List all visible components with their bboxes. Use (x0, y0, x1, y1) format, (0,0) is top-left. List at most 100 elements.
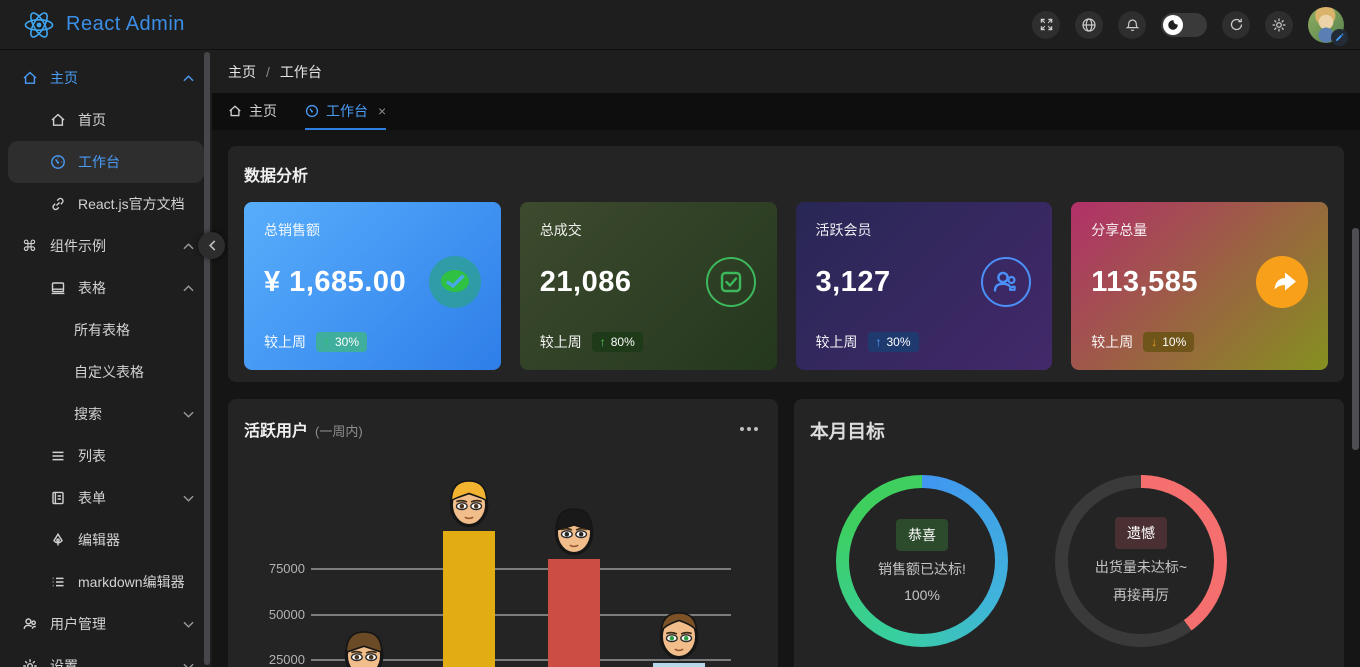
stat-card-total-shares[interactable]: 分享总量 113,585 较上周 ↓ 10% (1071, 202, 1328, 370)
content-area: 数据分析 总销售额 ¥ 1,685.00 较上周 ↑ 30% 总成交 21,08… (212, 146, 1360, 667)
compare-label: 较上周 (815, 334, 858, 350)
y-axis-label: 25000 (268, 652, 305, 667)
toggle-knob (1163, 14, 1183, 35)
compare-label: 较上周 (264, 334, 306, 350)
check-bubble-icon (428, 256, 481, 308)
user-avatar-marker (547, 503, 601, 557)
breadcrumb-separator: / (266, 63, 270, 80)
compare-label: 较上周 (1091, 334, 1134, 350)
content-scrollbar[interactable] (1352, 228, 1359, 450)
language-button[interactable] (1075, 10, 1103, 39)
gridline (311, 568, 731, 570)
users-icon (22, 616, 40, 632)
pen-nib-icon (50, 532, 68, 548)
chevron-left-icon (208, 240, 215, 251)
theme-toggle[interactable] (1161, 12, 1207, 37)
moon-icon (1168, 19, 1178, 30)
sidebar-item-react-docs[interactable]: React.js官方文档 (8, 183, 204, 225)
sidebar-item-user-management[interactable]: 用户管理 (8, 603, 204, 645)
dashboard-gauge-icon (50, 154, 68, 170)
checkbox-circle-icon (705, 256, 757, 308)
stat-value: ¥ 1,685.00 (264, 265, 407, 298)
command-icon: ⌘ (22, 237, 37, 255)
share-circle-icon (1256, 256, 1308, 308)
trend-up-arrow-icon: ↑ (875, 335, 882, 349)
chevron-up-icon (183, 242, 194, 250)
stat-card-total-deals[interactable]: 总成交 21,086 较上周 ↑ 80% (519, 202, 777, 370)
active-users-panel: 活跃用户 (一周内) 25000 50000 75000 (228, 399, 778, 667)
analytics-title: 数据分析 (244, 168, 309, 185)
stat-value: 3,127 (815, 265, 891, 298)
refresh-icon (1230, 18, 1242, 31)
md-list-icon (50, 574, 68, 590)
user-avatar[interactable] (1308, 6, 1348, 46)
user-avatar-marker (652, 607, 706, 661)
users-circle-icon (980, 256, 1032, 308)
edit-badge (1331, 28, 1348, 46)
home-icon (50, 112, 68, 128)
chevron-down-icon (183, 495, 194, 502)
settings-button[interactable] (1265, 10, 1293, 39)
sidebar-item-custom-table[interactable]: 自定义表格 (8, 351, 204, 393)
sidebar-item-form-group[interactable]: 表单 (8, 477, 204, 519)
sidebar-item-workbench[interactable]: 工作台 (8, 141, 204, 183)
goal-sales-ring: 恭喜 销售额已达标! 100% (836, 475, 1008, 647)
sidebar-item-markdown-editor[interactable]: markdown编辑器 (8, 561, 204, 603)
sidebar-item-editor[interactable]: 编辑器 (8, 519, 204, 561)
sidebar-item-components-group[interactable]: ⌘ 组件示例 (8, 225, 204, 267)
sidebar: 主页 首页 工作台 React.js官方文档 ⌘ 组件示例 表格 所有表格 自定… (0, 50, 212, 667)
sidebar-item-home-group[interactable]: 主页 (8, 57, 204, 99)
header-actions (1032, 6, 1360, 46)
sidebar-collapse-button[interactable] (198, 232, 225, 259)
fullscreen-icon (1040, 18, 1052, 31)
refresh-button[interactable] (1222, 10, 1250, 39)
chevron-down-icon (183, 663, 194, 667)
y-axis-label: 50000 (268, 606, 305, 622)
tab-close-icon[interactable]: × (378, 103, 386, 119)
compare-label: 较上周 (539, 334, 582, 350)
notification-button[interactable] (1118, 10, 1146, 39)
app-title: React Admin (66, 13, 185, 35)
bell-icon (1124, 18, 1140, 31)
app-header: React Admin (0, 0, 1360, 50)
sidebar-item-search[interactable]: 搜索 (8, 393, 204, 435)
dashboard-gauge-icon (305, 104, 319, 117)
tab-home[interactable]: 主页 (228, 93, 277, 130)
trend-badge: ↑ 80% (591, 332, 643, 352)
sidebar-item-homepage[interactable]: 首页 (8, 99, 204, 141)
sidebar-scrollbar[interactable] (204, 52, 210, 665)
active-users-bar-chart: 25000 50000 75000 (228, 399, 778, 667)
app-logo[interactable]: React Admin (0, 9, 185, 41)
bar[interactable] (548, 558, 600, 667)
stat-value: 113,585 (1091, 265, 1198, 298)
stat-card-active-members[interactable]: 活跃会员 3,127 较上周 ↑ 30% (795, 202, 1053, 370)
sidebar-item-tables-group[interactable]: 表格 (8, 267, 204, 309)
sidebar-item-list[interactable]: 列表 (8, 435, 204, 477)
trend-up-arrow-icon: ↑ (599, 335, 606, 349)
react-logo-icon (22, 9, 56, 41)
home-icon (22, 70, 40, 86)
bar[interactable] (443, 530, 495, 667)
user-avatar-marker (442, 475, 496, 529)
goal-status-badge: 遗憾 (1115, 517, 1167, 549)
monthly-goal-panel: 本月目标 恭喜 销售额已达标! 100% 遗憾 出货量未达标~ 再接再厉 (794, 399, 1344, 667)
fullscreen-button[interactable] (1032, 10, 1060, 39)
sidebar-item-all-tables[interactable]: 所有表格 (8, 309, 204, 351)
trend-up-arrow-icon: ↑ (324, 335, 330, 349)
language-globe-icon (1082, 17, 1096, 32)
stat-card-total-sales[interactable]: 总销售额 ¥ 1,685.00 较上周 ↑ 30% (244, 202, 501, 370)
bar[interactable] (653, 662, 705, 667)
user-avatar-marker (337, 626, 391, 667)
chevron-up-icon (183, 284, 194, 292)
pencil-icon (1336, 33, 1344, 41)
tab-workbench[interactable]: 工作台 × (305, 93, 387, 130)
trend-down-arrow-icon: ↓ (1151, 335, 1158, 349)
chevron-down-icon (183, 411, 194, 418)
goal-status-badge: 恭喜 (896, 519, 948, 551)
sidebar-item-settings[interactable]: 设置 (8, 645, 204, 667)
analytics-panel: 数据分析 总销售额 ¥ 1,685.00 较上周 ↑ 30% 总成交 21,08… (228, 146, 1344, 382)
goal-title: 本月目标 (810, 421, 885, 442)
table-icon (50, 280, 68, 296)
trend-badge: ↑ 30% (867, 332, 919, 352)
breadcrumb-home[interactable]: 主页 (228, 62, 256, 82)
